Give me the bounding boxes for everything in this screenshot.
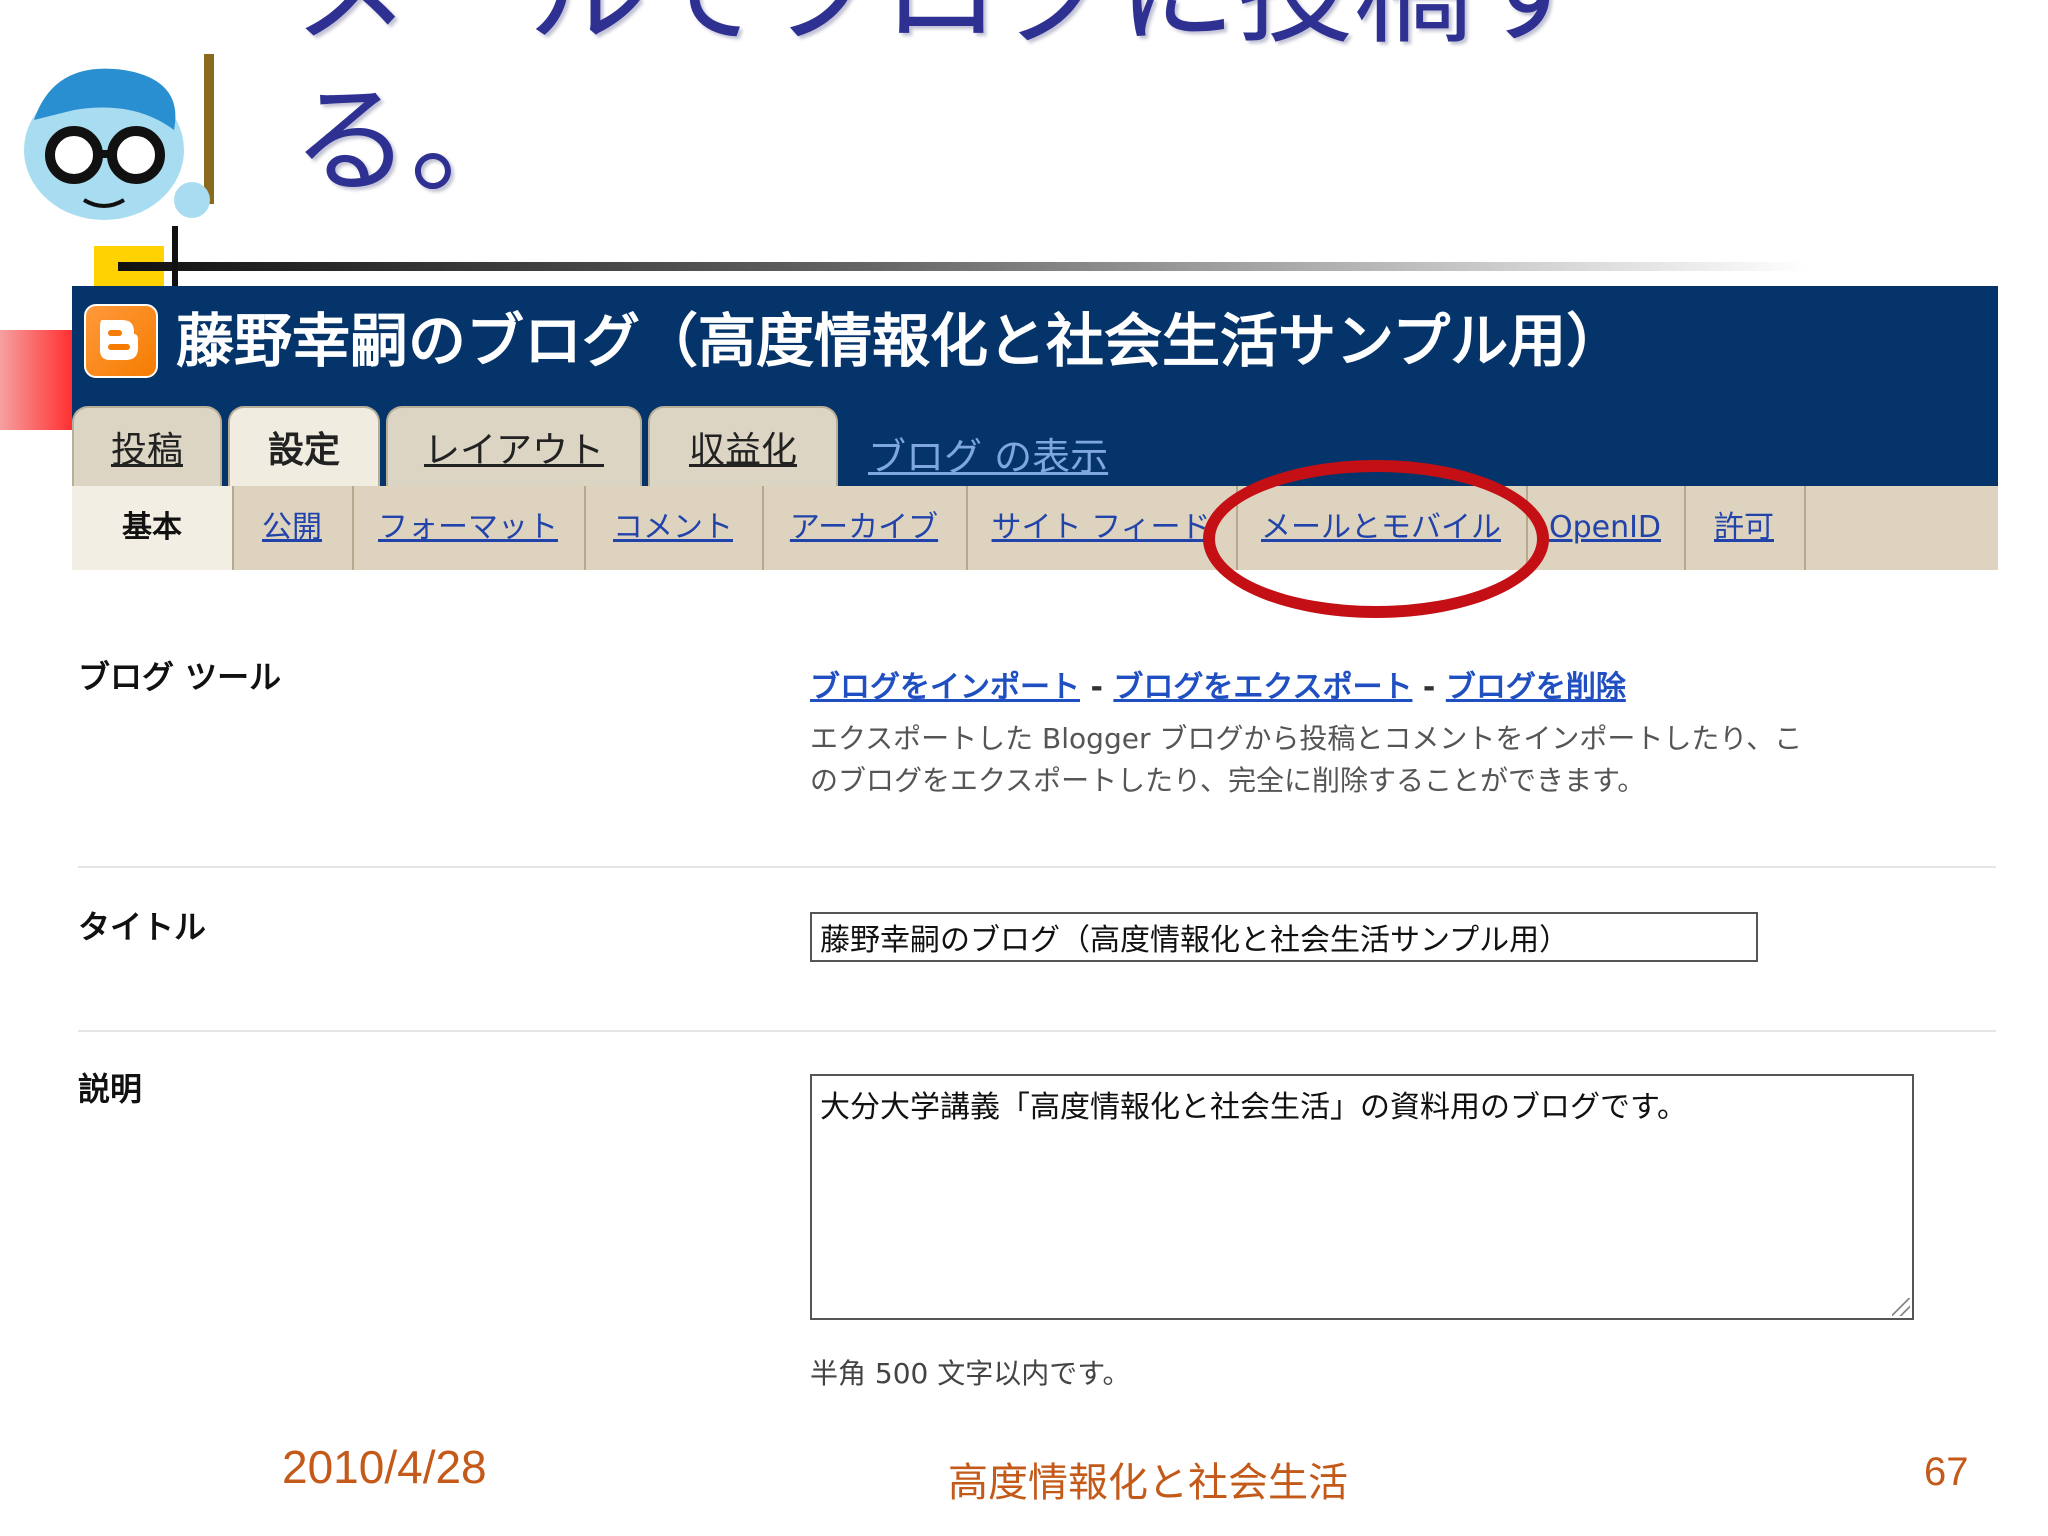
subnav-basic[interactable]: 基本	[72, 486, 234, 570]
tab-label: 投稿	[110, 430, 183, 471]
link-separator: -	[1422, 670, 1436, 705]
subnav-openid[interactable]: OpenID	[1526, 486, 1686, 570]
blog-tools-label: ブログ ツール	[78, 658, 282, 696]
slide-title-line-1: メールでブログに投稿す	[292, 0, 1590, 66]
blog-tools-description: エクスポートした Blogger ブログから投稿とコメントをインポートしたり、こ…	[810, 718, 1810, 802]
slide-title-line-2: る。	[292, 72, 529, 210]
subnav-permissions[interactable]: 許可	[1684, 486, 1806, 570]
description-textarea[interactable]: 大分大学講義「高度情報化と社会生活」の資料用のブログです。	[810, 1074, 1914, 1320]
footer-course-title: 高度情報化と社会生活	[948, 1460, 1348, 1506]
tab-monetize[interactable]: 収益化	[648, 406, 838, 486]
blog-tools-description-line-1: エクスポートした Blogger ブログから投稿とコメントをインポートしたり、こ	[810, 722, 1803, 755]
tab-label: 収益化	[688, 430, 797, 471]
subnav-archive[interactable]: アーカイブ	[762, 486, 968, 570]
blog-tools-description-line-2: のブログをエクスポートしたり、完全に削除することができます。	[810, 764, 1646, 797]
blogger-header: 藤野幸嗣のブログ（高度情報化と社会生活サンプル用） 投稿 設定 レイアウト 収益…	[72, 286, 1998, 490]
blog-title: 藤野幸嗣のブログ（高度情報化と社会生活サンプル用）	[176, 307, 1625, 375]
tab-layout[interactable]: レイアウト	[386, 406, 642, 486]
title-rule	[118, 262, 1808, 271]
delete-blog-link[interactable]: ブログを削除	[1446, 670, 1626, 705]
tab-settings[interactable]: 設定	[228, 406, 380, 490]
export-blog-link[interactable]: ブログをエクスポート	[1113, 670, 1412, 705]
resize-grip-icon[interactable]	[1892, 1298, 1910, 1316]
settings-subnav: 基本 公開 フォーマット コメント アーカイブ サイト フィード メールとモバイ…	[72, 486, 1998, 570]
view-blog-link[interactable]: ブログ の表示	[868, 426, 1108, 481]
blogger-logo-icon	[84, 304, 158, 378]
description-label: 説明	[78, 1070, 143, 1108]
highlight-ring	[1203, 460, 1549, 618]
teacher-mascot-icon	[14, 50, 234, 234]
title-label: タイトル	[78, 908, 207, 946]
blog-tools-links: ブログをインポート - ブログをエクスポート - ブログを削除	[810, 662, 1626, 706]
decor-red-block	[0, 330, 72, 430]
tab-label: レイアウト	[423, 430, 604, 471]
divider	[78, 1030, 1996, 1032]
subnav-site-feed[interactable]: サイト フィード	[966, 486, 1238, 570]
subnav-formatting[interactable]: フォーマット	[352, 486, 586, 570]
footer-date: 2010/4/28	[282, 1441, 487, 1493]
divider	[78, 866, 1996, 868]
tab-label: 設定	[267, 430, 340, 471]
description-hint: 半角 500 文字以内です。	[810, 1357, 1131, 1390]
link-separator: -	[1090, 670, 1103, 705]
subnav-publishing[interactable]: 公開	[232, 486, 354, 570]
tab-posting[interactable]: 投稿	[72, 406, 222, 486]
slide-title: メールでブログに投稿す る。	[292, 0, 1590, 216]
import-blog-link[interactable]: ブログをインポート	[810, 670, 1080, 705]
footer-page-number: 67	[1924, 1450, 1969, 1494]
title-input[interactable]	[810, 912, 1758, 962]
subnav-comments[interactable]: コメント	[584, 486, 764, 570]
